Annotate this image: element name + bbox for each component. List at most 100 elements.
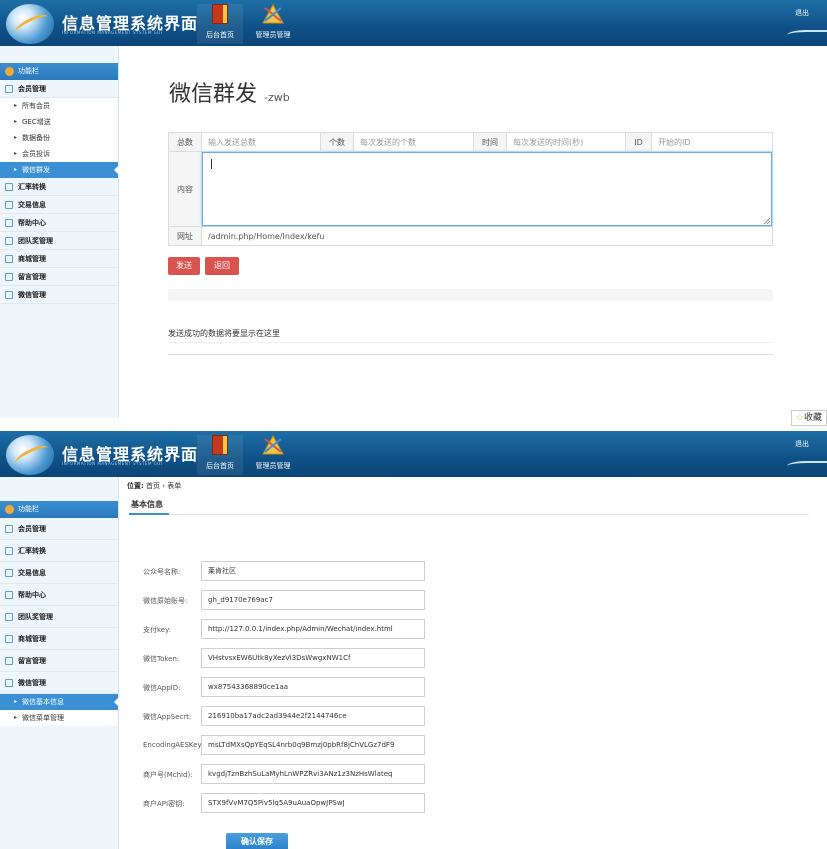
panel-wechat-basic-info: 信息管理系统界面 INFORMATION MANAGEMENT SYSTEM G… xyxy=(0,431,827,849)
sidebar-item-member[interactable]: 会员管理 xyxy=(0,80,118,98)
field-input-api-key[interactable]: STX9fVvM7Q5Piv5lq5A9uAuaOpwJPSwJ xyxy=(201,793,425,813)
sidebar-sub-all-members[interactable]: 所有会员 xyxy=(0,98,118,114)
sidebar-item-label: 数据备份 xyxy=(22,134,50,142)
logout-link[interactable]: 退出 xyxy=(795,8,809,18)
content-label: 内容 xyxy=(169,152,202,226)
sidebar-sub-wechat-menu[interactable]: 微信菜单管理 xyxy=(0,710,118,726)
field-input-token[interactable]: VHstvsxEW6Utk8yXezVi3DsWwgxNW1Cf xyxy=(201,648,425,668)
sidebar-sub-gec[interactable]: GEC增送 xyxy=(0,114,118,130)
divider xyxy=(168,342,773,343)
sidebar-item-label: 汇率转换 xyxy=(18,547,46,555)
calendar-icon xyxy=(5,255,13,263)
list-icon xyxy=(5,85,13,93)
sidebar-item-label: 微信管理 xyxy=(18,679,46,687)
favorite-button[interactable]: ☆收藏 xyxy=(790,410,827,426)
field-input-appsecret[interactable]: 216910ba17adc2ad3944e2f2144746ce xyxy=(201,706,425,726)
logo-globe-icon xyxy=(6,435,54,475)
sidebar-item-trade[interactable]: 交易信息 xyxy=(0,562,118,584)
sidebar-item-team[interactable]: 团队奖管理 xyxy=(0,232,118,250)
sidebar-item-wechat[interactable]: 微信管理 xyxy=(0,672,118,694)
nav-home-label: 后台首页 xyxy=(206,462,234,470)
chat-icon xyxy=(5,291,13,299)
count-input[interactable]: 每次发送的个数 xyxy=(354,133,474,151)
sidebar-item-label: 商城管理 xyxy=(18,255,46,263)
chat-icon xyxy=(5,547,13,555)
sidebar-item-label: 微信菜单管理 xyxy=(22,714,64,722)
list-icon xyxy=(5,201,13,209)
field-input-appid[interactable]: wx87543368890ce1aa xyxy=(201,677,425,697)
field-label: 微信AppSecrt: xyxy=(143,713,192,721)
door-icon xyxy=(212,4,228,24)
sidebar-sub-wechat-basic[interactable]: 微信基本信息 xyxy=(0,694,119,710)
time-input[interactable]: 每次发送的时间(秒) xyxy=(507,133,626,151)
field-input-original-id[interactable]: gh_d9170e769ac7 xyxy=(201,590,425,610)
field-label: 微信AppID: xyxy=(143,684,181,692)
sidebar-item-trade[interactable]: 交易信息 xyxy=(0,196,118,214)
field-label: 微信原始账号: xyxy=(143,597,188,605)
time-label: 时间 xyxy=(474,133,507,151)
sidebar-item-label: 交易信息 xyxy=(18,201,46,209)
edit-icon xyxy=(5,273,13,281)
sidebar-item-help[interactable]: 帮助中心 xyxy=(0,214,118,232)
logout-link[interactable]: 退出 xyxy=(795,439,809,449)
sidebar-sub-backup[interactable]: 数据备份 xyxy=(0,130,118,146)
sidebar-item-help[interactable]: 帮助中心 xyxy=(0,584,118,606)
app-subtitle: INFORMATION MANAGEMENT SYSTEM GUI xyxy=(62,461,163,466)
header-swoosh xyxy=(787,30,827,40)
sidebar-item-exchange[interactable]: 汇率转换 xyxy=(0,178,118,196)
nav-home[interactable]: 后台首页 xyxy=(197,4,243,44)
edit-icon xyxy=(5,219,13,227)
sidebar-sub-complaint[interactable]: 会员投诉 xyxy=(0,146,118,162)
sidebar-item-label: 帮助中心 xyxy=(18,219,46,227)
sidebar-item-shop[interactable]: 商城管理 xyxy=(0,250,118,268)
sidebar-sub-wechat-broadcast[interactable]: 微信群发 xyxy=(0,162,119,178)
sidebar-item-member[interactable]: 会员管理 xyxy=(0,518,118,540)
back-button[interactable]: 返回 xyxy=(205,257,239,275)
nav-admin[interactable]: 管理员管理 xyxy=(250,435,296,475)
content-textarea[interactable] xyxy=(202,152,772,226)
sidebar-item-wechat[interactable]: 微信管理 xyxy=(0,286,118,304)
nav-admin[interactable]: 管理员管理 xyxy=(250,4,296,44)
send-button[interactable]: 发送 xyxy=(168,257,200,275)
nav-admin-label: 管理员管理 xyxy=(255,462,291,470)
field-input-pay-key[interactable]: http://127.0.0.1/index.php/Admin/Wechat/… xyxy=(201,619,425,639)
field-label: 公众号名称: xyxy=(143,568,181,576)
edit-icon xyxy=(5,657,13,665)
menu-dot-icon xyxy=(5,67,14,76)
breadcrumb-path[interactable]: 首页 › 表单 xyxy=(146,482,181,490)
save-button[interactable]: 确认保存 xyxy=(226,833,288,849)
resize-grip-icon[interactable] xyxy=(764,218,770,224)
count-label: 个数 xyxy=(321,133,354,151)
star-icon: ☆ xyxy=(795,413,804,423)
list-icon xyxy=(5,525,13,533)
main-content: 微信群发 -zwb 总数 输入发送总数 个数 每次发送的个数 时间 每次发送的时… xyxy=(119,46,827,418)
page-title: 微信群发 -zwb xyxy=(169,76,290,108)
breadcrumb: 位置: 首页 › 表单 xyxy=(127,481,181,491)
sidebar-item-shop[interactable]: 商城管理 xyxy=(0,628,118,650)
field-input-account-name[interactable]: 莱肯社区 xyxy=(201,561,425,581)
sidebar-item-exchange[interactable]: 汇率转换 xyxy=(0,540,118,562)
sidebar-item-message[interactable]: 留言管理 xyxy=(0,268,118,286)
field-input-aeskey[interactable]: msLTdMXsQpYEqSL4nrb0q9Bmzj0pbRf8jChVLGz7… xyxy=(201,735,425,755)
sidebar-item-team[interactable]: 团队奖管理 xyxy=(0,606,118,628)
sidebar: 功能栏 会员管理 所有会员 GEC增送 数据备份 会员投诉 微信群发 汇率转换 … xyxy=(0,46,119,418)
page-title-text: 微信群发 xyxy=(169,82,258,107)
sidebar-item-label: 团队奖管理 xyxy=(18,613,53,621)
sidebar-item-label: 会员投诉 xyxy=(22,150,50,158)
url-row: 网址 /admin.php/Home/Index/kefu xyxy=(168,227,773,246)
breadcrumb-prefix: 位置: xyxy=(127,482,144,490)
sidebar-item-label: 微信群发 xyxy=(22,166,50,174)
sidebar-head: 功能栏 xyxy=(0,63,118,80)
id-input[interactable]: 开始的ID xyxy=(652,133,772,151)
total-input[interactable]: 输入发送总数 xyxy=(202,133,321,151)
chat-icon xyxy=(5,183,13,191)
top-header: 信息管理系统界面 INFORMATION MANAGEMENT SYSTEM G… xyxy=(0,431,827,477)
field-input-mchid[interactable]: kvgdjTznBzhSuLaMyhLnWPZRvi3ANz1z3NzHsWla… xyxy=(201,764,425,784)
field-label: 商户号(Mchid): xyxy=(143,771,193,779)
nav-home[interactable]: 后台首页 xyxy=(197,435,243,475)
url-label: 网址 xyxy=(169,227,202,245)
sidebar-item-message[interactable]: 留言管理 xyxy=(0,650,118,672)
sidebar-item-label: 汇率转换 xyxy=(18,183,46,191)
field-label: 商户API密钥: xyxy=(143,800,185,808)
url-value: /admin.php/Home/Index/kefu xyxy=(208,231,325,241)
